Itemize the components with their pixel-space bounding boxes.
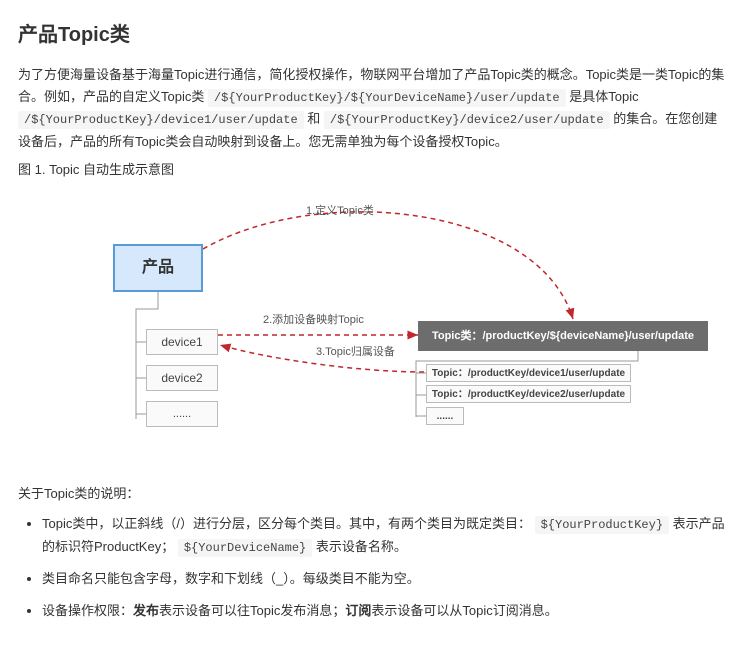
- figure-caption: 图 1. Topic 自动生成示意图: [18, 159, 727, 181]
- note-3-bold-subscribe: 订阅: [345, 603, 371, 618]
- note-item-3: 设备操作权限：发布表示设备可以往Topic发布消息；订阅表示设备可以从Topic…: [42, 600, 727, 622]
- intro-paragraph: 为了方便海量设备基于海量Topic进行通信，简化授权操作，物联网平台增加了产品T…: [18, 64, 727, 153]
- topic-class-node: Topic类：/productKey/${deviceName}/user/up…: [418, 321, 708, 351]
- note-item-2: 类目命名只能包含字母，数字和下划线（_）。每级类目不能为空。: [42, 568, 727, 590]
- intro-code-1: /${YourProductKey}/${YourDeviceName}/use…: [208, 89, 566, 107]
- note-item-1: Topic类中，以正斜线（/）进行分层，区分每个类目。其中，有两个类目为既定类目…: [42, 513, 727, 558]
- note-3-text-a: 设备操作权限：: [42, 603, 133, 618]
- note-3-text-c: 表示设备可以往Topic发布消息；: [159, 603, 345, 618]
- product-node: 产品: [113, 244, 203, 292]
- intro-text-2: 是具体Topic: [569, 89, 638, 104]
- intro-text-3: 和: [307, 111, 324, 126]
- note-1-text-a: Topic类中，以正斜线（/）进行分层，区分每个类目。其中，有两个类目为既定类目…: [42, 516, 531, 531]
- diagram-label-2: 2.添加设备映射Topic: [263, 311, 364, 330]
- notes-intro: 关于Topic类的说明：: [18, 483, 727, 505]
- notes-list: Topic类中，以正斜线（/）进行分层，区分每个类目。其中，有两个类目为既定类目…: [18, 513, 727, 622]
- device1-node: device1: [146, 329, 218, 355]
- intro-code-2: /${YourProductKey}/device1/user/update: [18, 111, 304, 129]
- intro-code-3: /${YourProductKey}/device2/user/update: [324, 111, 610, 129]
- topic-instance-more: ......: [426, 407, 464, 425]
- diagram-label-3: 3.Topic归属设备: [316, 343, 395, 362]
- device2-node: device2: [146, 365, 218, 391]
- note-1-text-c: 表示设备名称。: [316, 539, 407, 554]
- topic-instance-1: Topic：/productKey/device1/user/update: [426, 364, 631, 382]
- page-title: 产品Topic类: [18, 18, 727, 52]
- diagram-label-1: 1.定义Topic类: [306, 202, 374, 221]
- note-1-code-2: ${YourDeviceName}: [178, 539, 312, 557]
- note-3-bold-publish: 发布: [133, 603, 159, 618]
- device-more-node: ......: [146, 401, 218, 427]
- note-3-text-e: 表示设备可以从Topic订阅消息。: [371, 603, 557, 618]
- topic-instance-2: Topic：/productKey/device2/user/update: [426, 385, 631, 403]
- note-1-code-1: ${YourProductKey}: [535, 516, 669, 534]
- topic-diagram: 产品 device1 device2 ...... Topic类：/produc…: [18, 189, 718, 469]
